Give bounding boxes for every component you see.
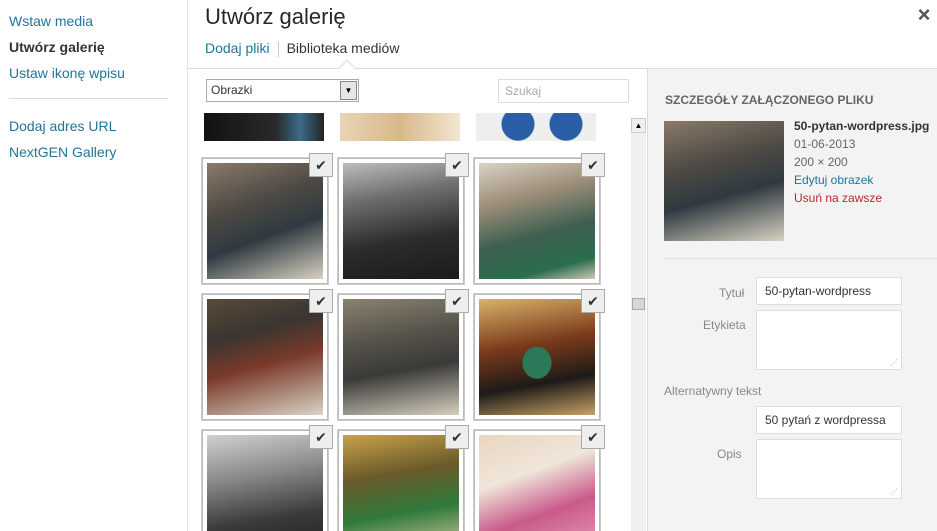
attachment-thumbnail[interactable]: ✔	[338, 153, 469, 284]
attachment-image	[343, 163, 459, 279]
page-title: Utwórz galerię	[205, 4, 346, 29]
scroll-up-icon[interactable]: ▲	[631, 118, 646, 133]
menu-separator	[9, 98, 168, 99]
edit-image-link[interactable]: Edytuj obrazek	[794, 173, 873, 187]
filter-value: Obrazki	[211, 83, 253, 97]
checkmark-icon[interactable]: ✔	[581, 289, 605, 313]
checkmark-icon[interactable]: ✔	[309, 153, 333, 177]
attachment-thumbnail[interactable]: ✔	[202, 425, 333, 531]
attachment-thumbnail[interactable]: ✔	[338, 425, 469, 531]
details-date: 01-06-2013	[794, 137, 856, 151]
caption-label: Etykieta	[703, 318, 746, 332]
attachment-image	[479, 163, 595, 279]
router-tabs: Dodaj pliki Biblioteka mediów	[205, 40, 400, 58]
checkmark-icon[interactable]: ✔	[581, 153, 605, 177]
menu-item-insert-media[interactable]: Wstaw media	[9, 13, 93, 29]
details-divider	[664, 258, 937, 259]
details-filename: 50-pytan-wordpress.jpg	[794, 119, 930, 133]
attachment-thumbnail[interactable]	[476, 113, 596, 141]
attachment-image	[479, 299, 595, 415]
attachment-thumbnail[interactable]	[340, 113, 460, 141]
tab-upload-files[interactable]: Dodaj pliki	[205, 40, 270, 56]
media-type-filter[interactable]: Obrazki ▼	[206, 79, 359, 102]
attachment-image	[207, 299, 323, 415]
resize-grip-icon[interactable]: ⋰	[890, 487, 898, 496]
details-dimensions: 200 × 200	[794, 155, 848, 169]
scrollbar-thumb[interactable]	[632, 298, 645, 310]
tab-divider	[277, 41, 279, 58]
description-label: Opis	[717, 447, 742, 461]
active-tab-arrow	[338, 59, 356, 77]
caption-field[interactable]: ⋰	[756, 310, 902, 370]
details-heading: SZCZEGÓŁY ZAŁĄCZONEGO PLIKU	[665, 93, 874, 107]
description-field[interactable]: ⋰	[756, 439, 902, 499]
attachment-thumbnail[interactable]: ✔	[474, 153, 605, 284]
menu-item-create-gallery[interactable]: Utwórz galerię	[9, 39, 105, 55]
attachment-thumbnail[interactable]	[204, 113, 324, 141]
attachment-image	[207, 163, 323, 279]
attachments-grid: ✔ ✔ ✔ ✔ ✔ ✔ ✔ ✔ ✔	[188, 113, 631, 531]
checkmark-icon[interactable]: ✔	[445, 153, 469, 177]
attachment-image	[207, 435, 323, 531]
checkmark-icon[interactable]: ✔	[445, 289, 469, 313]
attachment-image	[343, 435, 459, 531]
attachment-thumbnail[interactable]: ✔	[338, 289, 469, 420]
attachment-thumbnail[interactable]: ✔	[474, 289, 605, 420]
delete-permanently-link[interactable]: Usuń na zawsze	[794, 191, 882, 205]
attachment-image	[479, 435, 595, 531]
checkmark-icon[interactable]: ✔	[581, 425, 605, 449]
chevron-down-icon[interactable]: ▼	[340, 81, 357, 100]
attachment-thumbnail[interactable]: ✔	[202, 153, 333, 284]
close-icon[interactable]: ×	[910, 3, 937, 29]
tab-media-library[interactable]: Biblioteka mediów	[287, 40, 400, 56]
alt-text-field[interactable]	[756, 406, 902, 434]
attachment-thumbnail[interactable]: ✔	[474, 425, 605, 531]
menu-item-nextgen-gallery[interactable]: NextGEN Gallery	[9, 144, 116, 160]
resize-grip-icon[interactable]: ⋰	[890, 358, 898, 367]
details-thumbnail	[664, 121, 784, 241]
menu-item-featured-image[interactable]: Ustaw ikonę wpisu	[9, 65, 125, 81]
alt-text-label: Alternatywny tekst	[664, 384, 762, 398]
attachment-thumbnail[interactable]: ✔	[202, 289, 333, 420]
search-input[interactable]	[498, 79, 629, 103]
checkmark-icon[interactable]: ✔	[309, 425, 333, 449]
menu-item-insert-url[interactable]: Dodaj adres URL	[9, 118, 116, 134]
title-field[interactable]	[756, 277, 902, 305]
media-menu: Wstaw media Utwórz galerię Ustaw ikonę w…	[0, 0, 188, 531]
title-label: Tytuł	[719, 286, 745, 300]
checkmark-icon[interactable]: ✔	[445, 425, 469, 449]
grid-scrollbar[interactable]: ▲	[631, 118, 646, 531]
checkmark-icon[interactable]: ✔	[309, 289, 333, 313]
attachment-details-panel: SZCZEGÓŁY ZAŁĄCZONEGO PLIKU 50-pytan-wor…	[647, 69, 937, 531]
attachment-image	[343, 299, 459, 415]
